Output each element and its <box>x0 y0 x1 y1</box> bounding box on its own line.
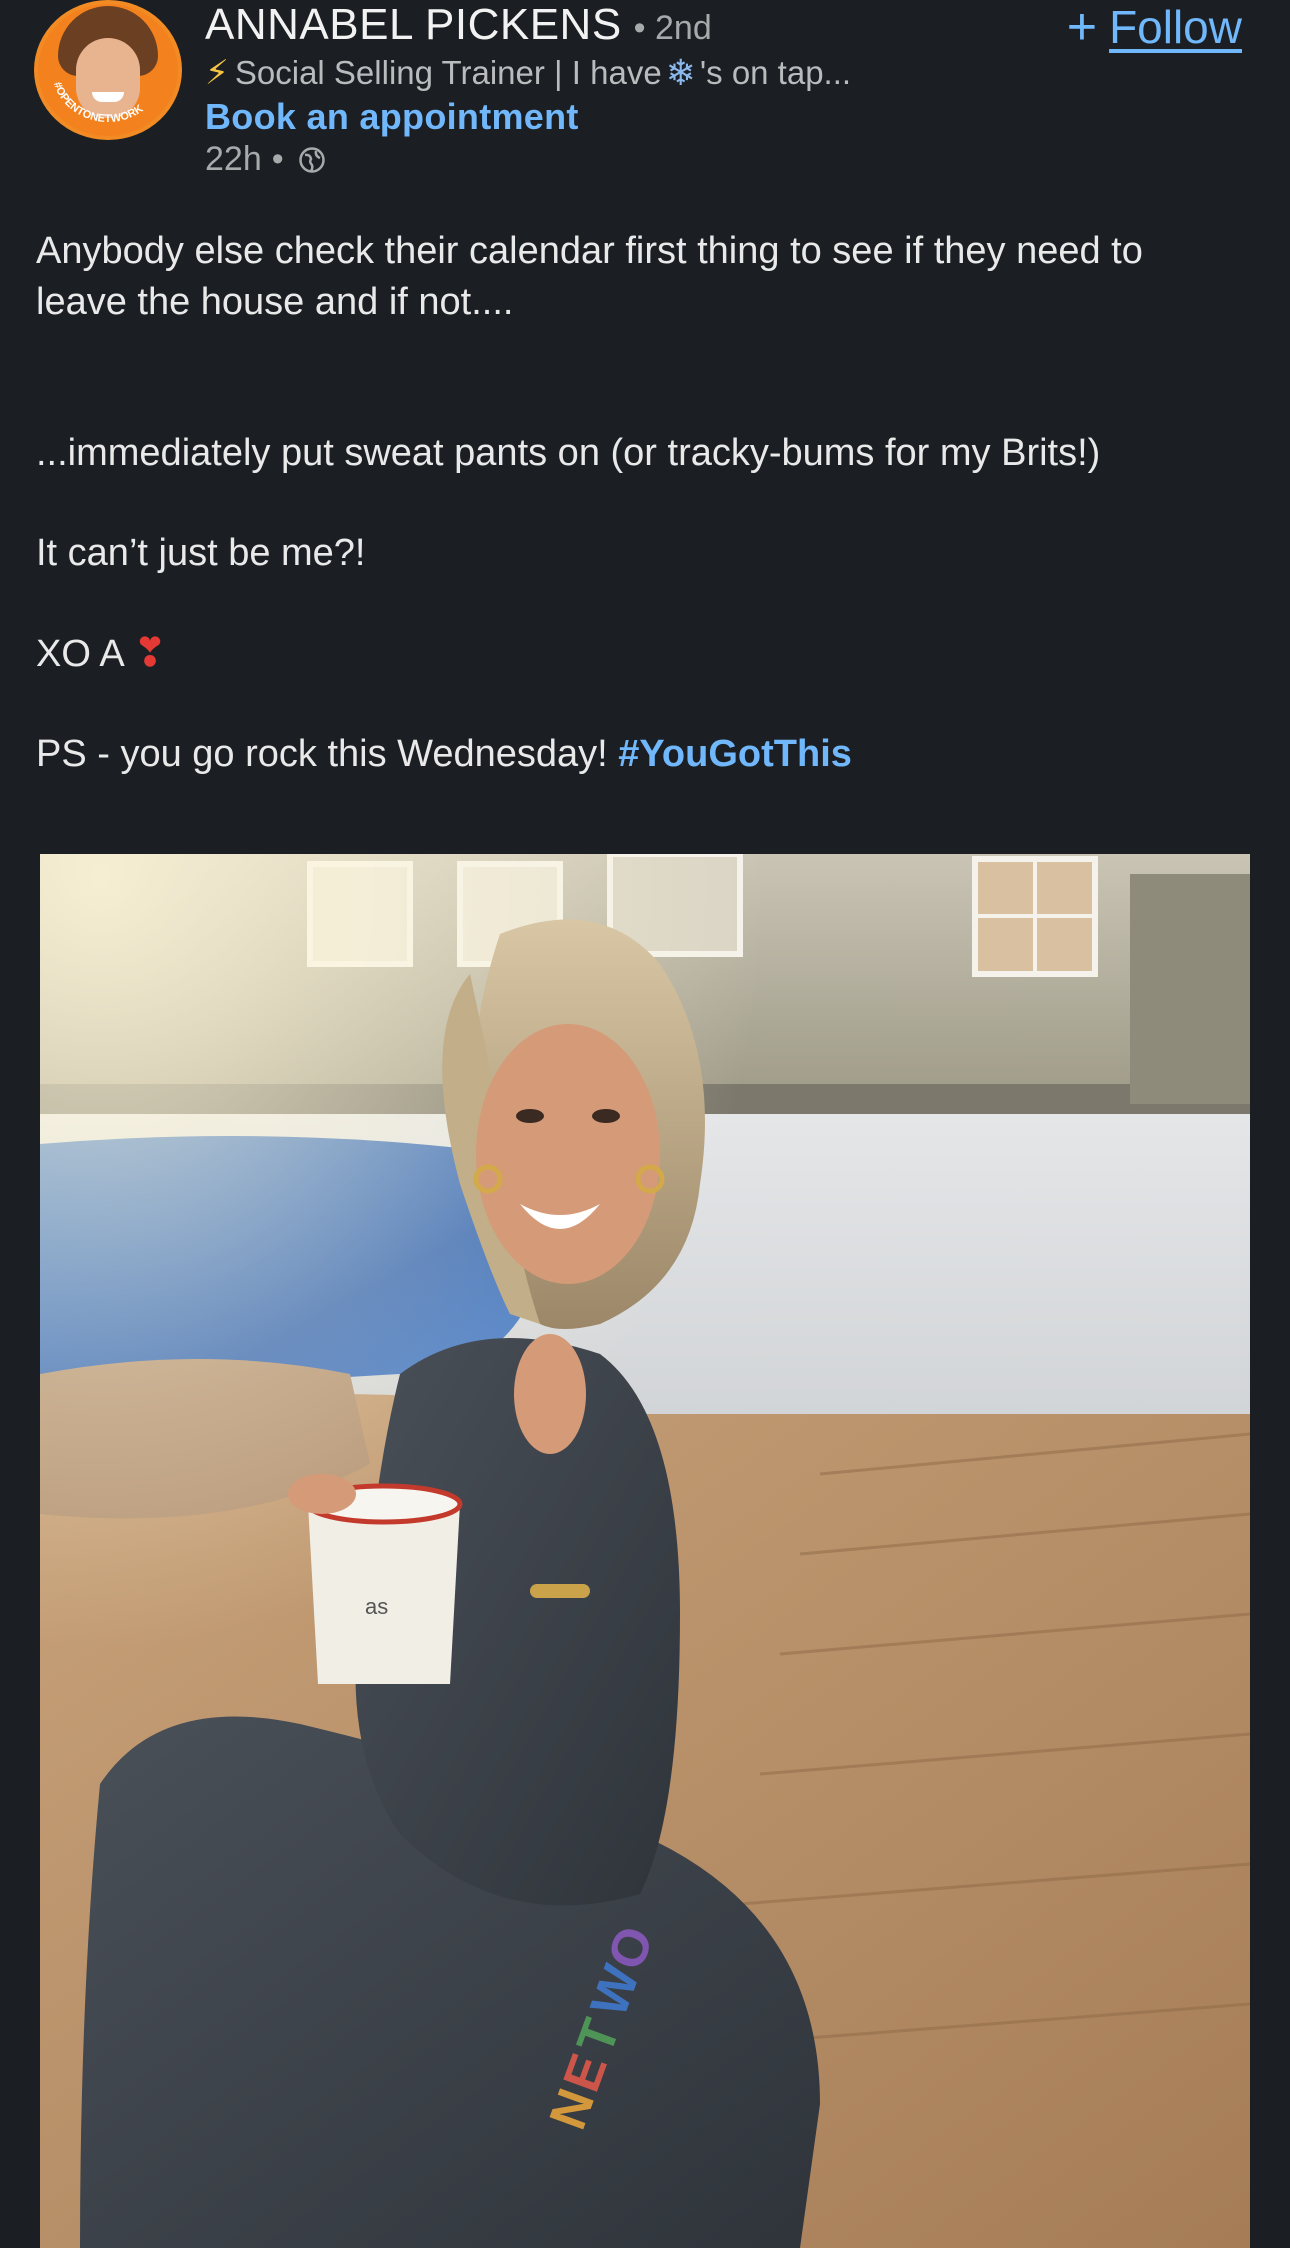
hashtag-link[interactable]: #YouGotThis <box>618 733 852 775</box>
snowflake-icon: ❄ <box>665 52 696 93</box>
svg-text:#OPENTONETWORK: #OPENTONETWORK <box>51 80 145 125</box>
post-image[interactable]: as N E T W O <box>40 854 1250 2248</box>
post-photo-illustration: as N E T W O <box>40 854 1250 2248</box>
signature-text: XO A <box>36 633 123 675</box>
follow-button[interactable]: + Follow <box>1067 0 1242 54</box>
lightning-bolt-icon: ⚡ <box>205 54 229 92</box>
author-headline: ⚡ Social Selling Trainer | I have ❄ 's o… <box>205 52 851 94</box>
plus-icon: + <box>1066 0 1098 56</box>
post-time: 22h <box>205 140 262 178</box>
headline-text-suffix: 's on tap... <box>699 54 852 91</box>
connection-degree: • 2nd <box>633 9 712 47</box>
post-paragraph: ...immediately put sweat pants on (or tr… <box>36 432 1101 474</box>
post-body: Anybody else check their calendar first … <box>36 226 1236 780</box>
post-ps: PS - you go rock this Wednesday! #YouGot… <box>36 729 1236 780</box>
post-signature: XO A ❣ <box>36 628 1236 680</box>
globe-icon <box>298 146 325 173</box>
post-paragraph: It can’t just be me?! <box>36 532 366 574</box>
post-paragraph: Anybody else check their calendar first … <box>36 230 1143 323</box>
meta-separator: • <box>271 140 284 178</box>
book-appointment-link[interactable]: Book an appointment <box>205 96 579 138</box>
follow-label: Follow <box>1109 1 1242 53</box>
author-name[interactable]: ANNABEL PICKENS <box>205 0 622 50</box>
headline-text-prefix: Social Selling Trainer | I have <box>234 54 662 91</box>
post-meta: 22h • <box>205 140 326 179</box>
avatar-ring-text: #OPENTONETWORK <box>51 80 145 125</box>
post-header: #OPENTONETWORK ANNABEL PICKENS • 2nd ⚡ S… <box>0 0 1290 190</box>
red-heart-exclamation-icon: ❣ <box>133 631 167 675</box>
author-avatar[interactable]: #OPENTONETWORK <box>34 0 182 140</box>
mug-text: as <box>365 1594 388 1619</box>
author-name-row: ANNABEL PICKENS • 2nd <box>205 0 712 54</box>
ps-text: PS - you go rock this Wednesday! <box>36 733 608 775</box>
avatar-ring: #OPENTONETWORK <box>51 80 145 125</box>
